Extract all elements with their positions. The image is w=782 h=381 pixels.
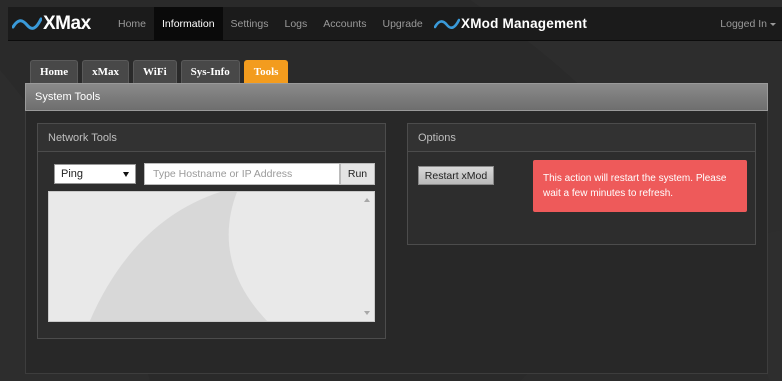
system-tools-header: System Tools [25,83,768,111]
output-scrollbar[interactable] [360,192,374,321]
app-title: XMod Management [461,16,588,31]
nav-upgrade[interactable]: Upgrade [374,7,430,40]
restart-warning-text: This action will restart the system. Ple… [543,173,727,199]
options-header: Options [408,124,755,152]
nav-accounts[interactable]: Accounts [315,7,374,40]
network-tools-title: Network Tools [48,131,117,144]
restart-warning-alert: This action will restart the system. Ple… [533,160,747,212]
nav-information[interactable]: Information [154,7,223,40]
tab-tools[interactable]: Tools [243,60,289,83]
tab-sys-info[interactable]: Sys-Info [180,60,240,83]
options-title: Options [418,131,456,144]
nav-settings[interactable]: Settings [223,7,277,40]
scroll-up-arrow-icon[interactable] [364,198,370,202]
main-nav: Home Information Settings Logs Accounts … [110,7,431,40]
tab-xmax[interactable]: xMax [82,60,129,83]
brand-name: XMax [43,12,91,34]
nav-home[interactable]: Home [110,7,154,40]
tab-home[interactable]: Home [30,60,79,83]
wave-logo-icon [434,18,460,29]
output-textarea[interactable] [48,191,375,322]
xmod-management-brand: XMod Management [434,7,587,40]
logged-in-dropdown[interactable]: Logged In [720,7,776,40]
brand-logo[interactable]: XMax [12,7,91,40]
system-tools-title: System Tools [35,91,101,103]
top-navbar: XMax Home Information Settings Logs Acco… [8,7,782,41]
caret-down-icon [770,23,776,26]
tool-select[interactable]: Ping [54,164,136,184]
network-tools-header: Network Tools [38,124,385,152]
page-tabs: Home xMax WiFi Sys-Info Tools [30,60,289,83]
tool-select-value: Ping [61,168,84,180]
nav-logs[interactable]: Logs [277,7,316,40]
wave-logo-icon [12,17,42,30]
select-arrow-icon [123,172,129,177]
logged-in-label: Logged In [720,17,767,30]
hostname-input[interactable] [144,163,340,185]
scroll-down-arrow-icon[interactable] [364,311,370,315]
output-swoosh-graphic [89,192,268,321]
run-button[interactable]: Run [340,163,375,185]
tab-wifi[interactable]: WiFi [133,60,177,83]
restart-xmod-button[interactable]: Restart xMod [418,166,494,185]
